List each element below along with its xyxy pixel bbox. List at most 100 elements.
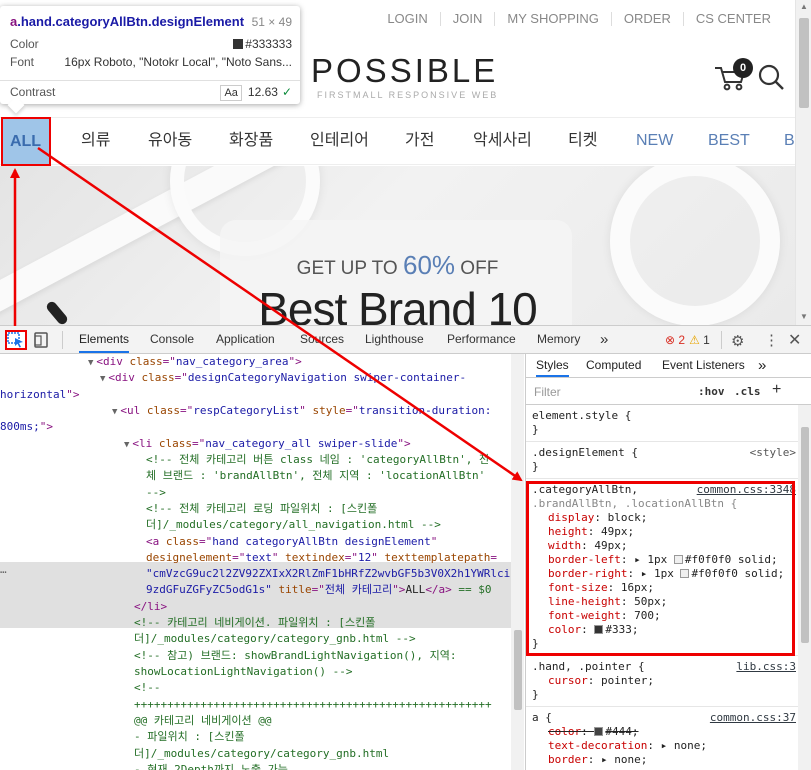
css-declaration[interactable]: border-left: ▸ 1px #f0f0f0 solid; [532, 553, 794, 567]
more-styles-tabs-icon[interactable]: » [758, 354, 766, 377]
class-toggle[interactable]: .cls [734, 385, 761, 398]
issues-counter[interactable]: ⊗ 2 ⚠ 1 [665, 333, 710, 347]
new-rule-button[interactable]: + [772, 381, 781, 399]
dom-line[interactable]: 9zdGFuZGFyZC5odG1s" title="전체 카테고리">ALL<… [146, 582, 492, 598]
dom-line[interactable]: <!-- 전체 카테고리 버튼 class 네임 : 'categoryAllB… [146, 452, 489, 468]
css-declaration[interactable]: width: 49px; [532, 539, 794, 553]
expand-triangle-icon[interactable]: ▼ [88, 358, 93, 368]
dom-line[interactable]: --> [146, 485, 166, 501]
search-icon[interactable] [757, 63, 785, 91]
devtools-tab-memory[interactable]: Memory [537, 326, 580, 353]
dom-line[interactable]: 800ms;"> [0, 419, 53, 435]
topnav-link-my-shopping[interactable]: MY SHOPPING [494, 12, 611, 26]
expand-triangle-icon[interactable]: ▼ [124, 440, 129, 450]
category-item-1[interactable]: 의류 [81, 118, 110, 164]
scroll-up-icon[interactable]: ▲ [800, 2, 808, 11]
css-declaration[interactable]: height: 49px; [532, 525, 794, 539]
dom-line[interactable]: 체 브랜드 : 'brandAllBtn', 전체 지역 : 'location… [146, 468, 485, 484]
dom-line[interactable]: @@ 카테고리 네비게이션 @@ [134, 713, 271, 729]
node-actions-ellipsis[interactable]: … [0, 562, 7, 578]
css-declaration[interactable]: color: #444; [532, 725, 794, 739]
dom-line[interactable]: <!-- 참고) 브랜드: showBrandLightNavigation()… [134, 648, 457, 664]
category-item-8[interactable]: NEW [636, 118, 673, 164]
promo-banner[interactable]: GET UP TO 60% OFF Best Brand 10 [0, 166, 795, 325]
dom-line[interactable]: ▼ <div class="nav_category_area"> [88, 354, 302, 371]
style-rule[interactable]: <style> .designElement {} [526, 442, 798, 479]
settings-gear-icon[interactable]: ⚙ [731, 332, 744, 350]
css-declaration[interactable]: font-weight: 700; [532, 609, 794, 623]
category-item-3[interactable]: 화장품 [229, 118, 273, 164]
scroll-down-icon[interactable]: ▼ [800, 312, 808, 321]
inspect-element-button[interactable] [5, 330, 27, 350]
elements-tree[interactable]: … ▼ <div class="nav_category_area"> ▼ <div … [0, 354, 524, 770]
more-tabs-icon[interactable]: » [600, 326, 608, 353]
dom-line[interactable]: designelement="text" textindex="12" text… [146, 550, 497, 566]
styles-scrollbar[interactable] [798, 405, 811, 770]
category-item-7[interactable]: 티켓 [568, 118, 597, 164]
style-rule[interactable]: common.css:37 a {color: #444; text-decorat… [526, 707, 798, 770]
more-options-icon[interactable]: ⋮ [764, 331, 779, 349]
category-item-2[interactable]: 유아동 [148, 118, 192, 164]
category-item-9[interactable]: BEST [708, 118, 750, 164]
dom-line[interactable]: 더]/_modules/category/all_navigation.html… [146, 517, 441, 533]
color-swatch-icon[interactable] [680, 569, 690, 578]
color-swatch-icon[interactable] [594, 727, 604, 736]
css-declaration[interactable]: border-right: ▸ 1px #f0f0f0 solid; [532, 567, 794, 581]
dom-line[interactable]: ▼ <div class="designCategoryNavigation sw… [100, 370, 466, 387]
category-item-6[interactable]: 악세사리 [473, 118, 532, 164]
category-item-5[interactable]: 가전 [405, 118, 434, 164]
color-swatch-icon[interactable] [594, 625, 604, 634]
close-devtools-icon[interactable]: ✕ [788, 330, 801, 350]
dom-line[interactable]: "cmVzcG9uc2l2ZV92ZXIxX2RlZmF1bHRfZ2wvbGF… [146, 566, 510, 582]
category-item-10[interactable]: B [784, 118, 795, 164]
css-declaration[interactable]: font-size: 16px; [532, 581, 794, 595]
dom-line[interactable]: <!-- 카테고리 네비게이션. 파일위치 : [스킨폴 [134, 615, 375, 631]
dom-line[interactable]: ▼ <ul class="respCategoryList" style="tra… [112, 403, 491, 420]
dom-line[interactable]: <!-- [134, 680, 161, 696]
css-declaration[interactable]: display: block; [532, 511, 794, 525]
css-declaration[interactable]: line-height: 50px; [532, 595, 794, 609]
devtools-tab-application[interactable]: Application [216, 326, 275, 353]
elements-scroll-thumb[interactable] [514, 630, 522, 710]
dom-line[interactable]: 더]/_modules/category/category_gnb.html [134, 746, 389, 762]
category-item-4[interactable]: 인테리어 [310, 118, 369, 164]
devtools-tab-lighthouse[interactable]: Lighthouse [365, 326, 424, 353]
rule-source-link[interactable]: common.css:3348 [697, 483, 796, 497]
hover-state-toggle[interactable]: :hov [698, 385, 725, 398]
dom-line[interactable]: ++++++++++++++++++++++++++++++++++++++++… [134, 697, 492, 713]
topnav-link-cs-center[interactable]: CS CENTER [682, 12, 783, 26]
styles-tab-event-listeners[interactable]: Event Listeners [662, 354, 745, 377]
style-rule[interactable]: element.style {} [526, 405, 798, 442]
css-declaration[interactable]: cursor: pointer; [532, 674, 794, 688]
styles-tab-computed[interactable]: Computed [586, 354, 641, 377]
topnav-link-login[interactable]: LOGIN [375, 12, 439, 26]
color-swatch-icon[interactable] [673, 555, 683, 564]
devtools-tab-elements[interactable]: Elements [79, 326, 130, 353]
css-declaration[interactable]: color: #333; [532, 623, 794, 637]
devtools-tab-sources[interactable]: Sources [300, 326, 344, 353]
dom-line[interactable]: <!-- 전체 카테고리 로딩 파일위치 : [스킨폴 [146, 501, 377, 517]
style-rule[interactable]: lib.css:3 .hand, .pointer {cursor: pointe… [526, 656, 798, 707]
page-scrollbar[interactable]: ▲ ▼ [795, 0, 811, 325]
topnav-link-join[interactable]: JOIN [439, 12, 495, 26]
expand-triangle-icon[interactable]: ▼ [100, 374, 105, 384]
dom-line[interactable]: 더]/_modules/category/category_gnb.html -… [134, 631, 416, 647]
topnav-link-order[interactable]: ORDER [610, 12, 683, 26]
expand-triangle-icon[interactable]: ▼ [112, 407, 117, 417]
scroll-thumb[interactable] [799, 18, 809, 108]
devtools-tab-console[interactable]: Console [150, 326, 194, 353]
styles-tab-styles[interactable]: Styles [536, 354, 569, 377]
dom-line[interactable]: - 파일위치 : [스킨폴 [134, 729, 245, 745]
dom-line[interactable]: ▼ <li class="nav_category_all swiper-slid… [124, 436, 411, 453]
rule-source-link[interactable]: common.css:37 [710, 711, 796, 725]
css-declaration[interactable]: border: ▸ none; [532, 753, 794, 767]
device-toolbar-icon[interactable] [34, 332, 48, 348]
css-declaration[interactable]: text-decoration: ▸ none; [532, 739, 794, 753]
dom-line[interactable]: horizontal"> [0, 387, 79, 403]
dom-line[interactable]: - 현재 2Depth까지 노출 가능 [134, 762, 288, 770]
dom-line[interactable]: showLocationLightNavigation() --> [134, 664, 353, 680]
styles-filter-input[interactable]: Filter [534, 385, 561, 399]
dom-line[interactable]: <a class="hand categoryAllBtn designElem… [146, 534, 437, 550]
devtools-tab-performance[interactable]: Performance [447, 326, 516, 353]
elements-scrollbar[interactable] [511, 354, 524, 770]
